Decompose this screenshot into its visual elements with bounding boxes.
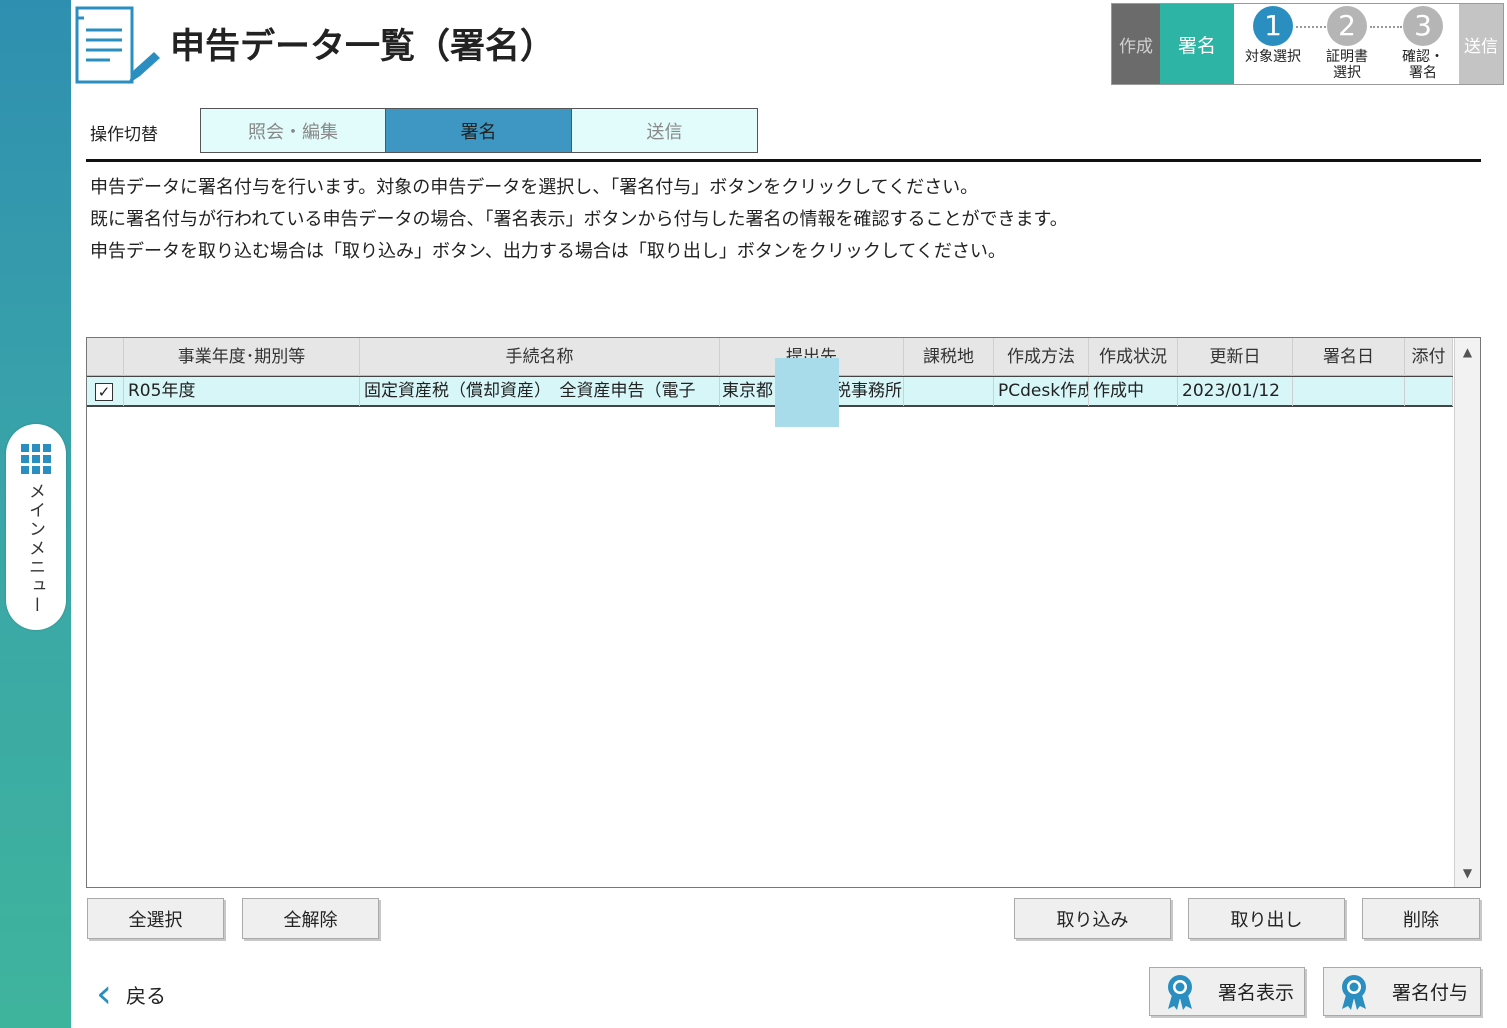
step-number: 1 (1253, 6, 1293, 46)
step-number: 3 (1403, 6, 1443, 46)
document-edit-icon (75, 6, 160, 84)
clear-all-button[interactable]: 全解除 (242, 898, 379, 939)
tab-sign[interactable]: 署名 (386, 108, 572, 153)
step-sign: 署名 (1160, 4, 1234, 84)
column-header-method[interactable]: 作成方法 (994, 338, 1089, 376)
award-ribbon-icon (1168, 974, 1192, 1010)
step-label: 対象選択 (1245, 49, 1301, 65)
instruction-line: 既に署名付与が行われている申告データの場合、「署名表示」ボタンから付与した署名の… (90, 209, 1068, 230)
delete-button[interactable]: 削除 (1362, 898, 1480, 939)
tab-send[interactable]: 送信 (572, 108, 758, 153)
column-header-checkbox (87, 338, 124, 376)
column-header-period[interactable]: 事業年度･期別等 (124, 338, 360, 376)
step-label: 証明書 選択 (1326, 49, 1368, 81)
scroll-down-icon[interactable]: ▼ (1455, 861, 1480, 885)
redaction-block (775, 358, 839, 427)
cell-status: 作成中 (1089, 377, 1178, 406)
instruction-line: 申告データを取り込む場合は「取り込み」ボタン、出力する場合は「取り出し」ボタンを… (90, 241, 1006, 262)
side-rail: メインメニュー (0, 0, 71, 1028)
select-all-button[interactable]: 全選択 (87, 898, 224, 939)
table-row[interactable]: ✓ R05年度 固定資産税（償却資産） 全資産申告（電子 東京都 税事務所 PC… (87, 376, 1453, 407)
main-menu-label: メインメニュー (25, 482, 45, 615)
instructions: 申告データに署名付与を行います。対象の申告データを選択し、「署名付与」ボタンをク… (90, 172, 1068, 268)
substep-certificate-select: 2 証明書 選択 (1312, 6, 1382, 81)
back-button[interactable]: ‹ 戻る (96, 971, 166, 1017)
main-menu-tab[interactable]: メインメニュー (6, 424, 66, 630)
column-header-attach[interactable]: 添付 (1405, 338, 1453, 376)
award-ribbon-icon (1342, 974, 1366, 1010)
mode-switch-label: 操作切替 (90, 125, 158, 145)
instruction-line: 申告データに署名付与を行います。対象の申告データを選択し、「署名付与」ボタンをク… (90, 177, 979, 198)
divider (86, 159, 1481, 162)
import-button[interactable]: 取り込み (1014, 898, 1171, 939)
cell-signed (1293, 377, 1405, 406)
row-checkbox[interactable]: ✓ (95, 383, 113, 401)
cell-submit-to-suffix: 税事務所 (832, 377, 904, 406)
cell-submit-to: 東京都 (722, 381, 773, 401)
step-label: 確認・ 署名 (1402, 49, 1444, 81)
step-number: 2 (1327, 6, 1367, 46)
grid-icon (21, 444, 51, 474)
show-signature-label: 署名表示 (1218, 982, 1295, 1004)
cell-tax-place (904, 377, 994, 406)
substep-confirm-sign: 3 確認・ 署名 (1388, 6, 1458, 81)
show-signature-button[interactable]: 署名表示 (1149, 967, 1305, 1016)
chevron-left-icon: ‹ (96, 971, 112, 1017)
mode-tabs: 照会・編集 署名 送信 (200, 108, 758, 153)
column-header-procedure[interactable]: 手続名称 (360, 338, 720, 376)
table-header: 事業年度･期別等 手続名称 提出先 課税地 作成方法 作成状況 更新日 署名日 … (87, 338, 1453, 376)
page-title: 申告データ一覧（署名） (170, 27, 556, 67)
column-header-updated[interactable]: 更新日 (1178, 338, 1293, 376)
cell-updated: 2023/01/12 (1178, 377, 1293, 406)
cell-procedure: 固定資産税（償却資産） 全資産申告（電子 (360, 377, 720, 406)
substep-target-select: 1 対象選択 (1238, 6, 1308, 65)
vertical-scrollbar[interactable]: ▲ ▼ (1454, 338, 1480, 887)
column-header-status[interactable]: 作成状況 (1089, 338, 1178, 376)
cell-attach (1405, 377, 1453, 406)
step-send: 送信 (1459, 4, 1503, 84)
scroll-up-icon[interactable]: ▲ (1455, 340, 1480, 364)
add-signature-label: 署名付与 (1392, 982, 1469, 1004)
export-button[interactable]: 取り出し (1188, 898, 1345, 939)
step-indicator: 作成 署名 1 対象選択 2 証明書 選択 3 確認・ 署名 送信 (1111, 3, 1504, 85)
cell-method: PCdesk作成 (994, 377, 1089, 406)
declaration-table[interactable]: 事業年度･期別等 手続名称 提出先 課税地 作成方法 作成状況 更新日 署名日 … (86, 337, 1481, 888)
step-create: 作成 (1112, 4, 1160, 84)
cell-period: R05年度 (124, 377, 360, 406)
add-signature-button[interactable]: 署名付与 (1323, 967, 1481, 1016)
column-header-tax-place[interactable]: 課税地 (904, 338, 994, 376)
tab-view-edit[interactable]: 照会・編集 (200, 108, 386, 153)
back-label: 戻る (126, 983, 166, 1008)
row-checkbox-cell: ✓ (87, 377, 124, 406)
column-header-signed[interactable]: 署名日 (1293, 338, 1405, 376)
